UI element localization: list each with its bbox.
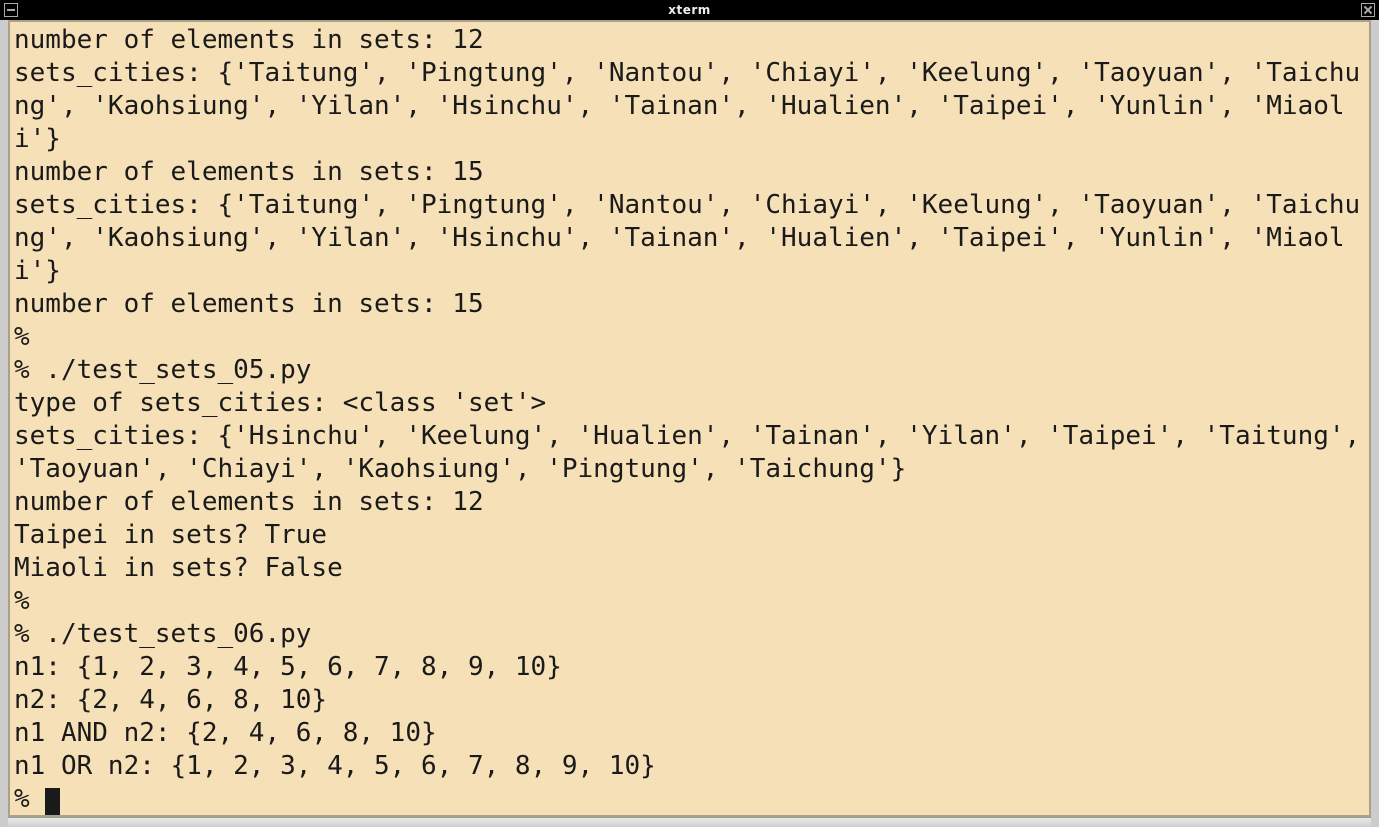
terminal-cursor [45, 788, 60, 816]
terminal-output[interactable]: number of elements in sets: 12 sets_citi… [14, 24, 1365, 816]
xterm-window: xterm number of elements in sets: 12 set… [0, 0, 1379, 827]
window-title: xterm [18, 3, 1361, 17]
window-menu-icon[interactable] [4, 3, 18, 17]
horizontal-scrollbar[interactable] [8, 817, 1371, 827]
terminal-prompt[interactable]: % [14, 784, 45, 814]
close-icon[interactable] [1361, 3, 1375, 17]
terminal-viewport[interactable]: number of elements in sets: 12 sets_citi… [8, 20, 1371, 817]
titlebar[interactable]: xterm [0, 0, 1379, 20]
